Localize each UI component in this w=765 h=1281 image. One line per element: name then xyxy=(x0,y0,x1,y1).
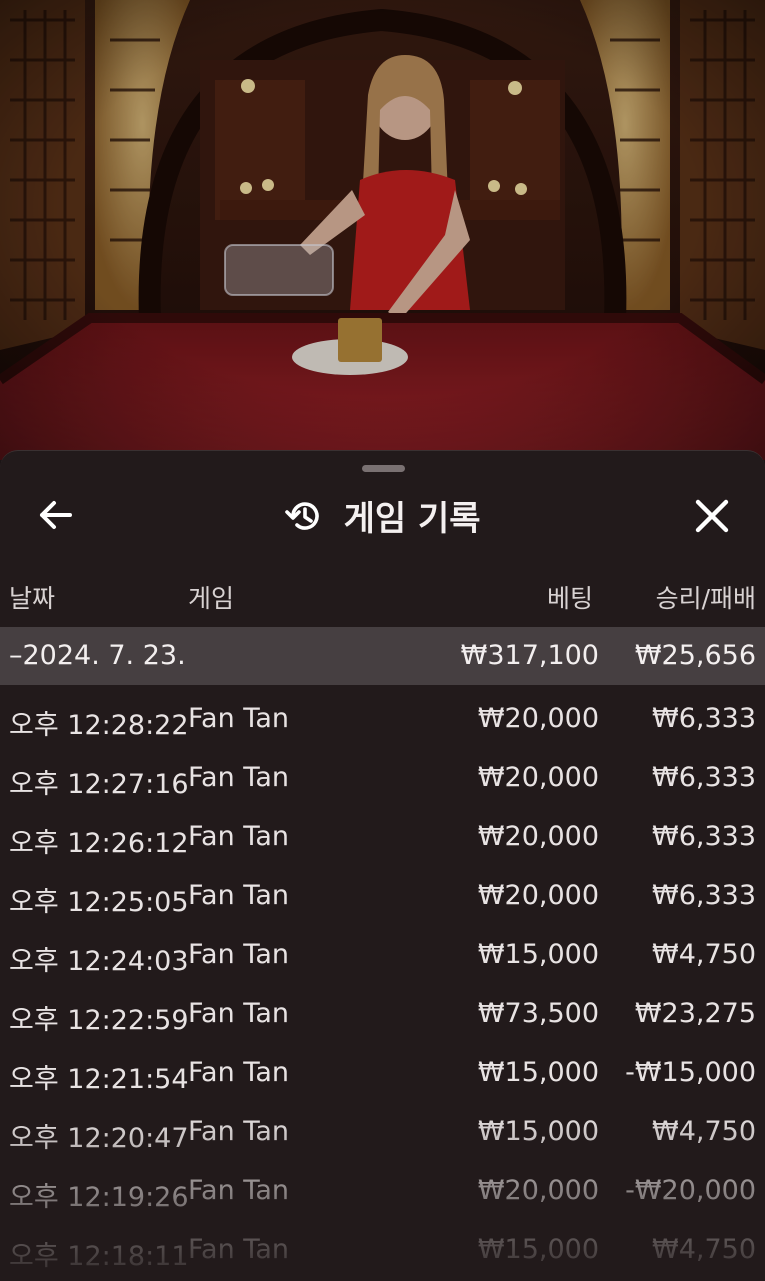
row-time: 오후 12:25:05 xyxy=(9,887,189,918)
sheet-title-group: 게임 기록 xyxy=(0,491,765,540)
history-list: 오후 12:28:22 Fan Tan ₩20,000 ₩6,333 오후 12… xyxy=(0,691,765,1281)
game-history-sheet: 게임 기록 날짜 게임 베팅 승리/패배 –2024. 7. 23. ₩317,… xyxy=(0,450,765,1281)
table-row[interactable]: 오후 12:20:47 Fan Tan ₩15,000 ₩4,750 xyxy=(0,1104,765,1163)
table-row[interactable]: 오후 12:25:05 Fan Tan ₩20,000 ₩6,333 xyxy=(0,868,765,927)
row-bet: ₩15,000 xyxy=(477,1057,599,1088)
close-button[interactable] xyxy=(689,493,735,539)
row-win-loss: ₩6,333 xyxy=(652,880,756,911)
row-game: Fan Tan xyxy=(188,939,289,970)
row-bet: ₩20,000 xyxy=(477,703,599,734)
table-row[interactable]: 오후 12:28:22 Fan Tan ₩20,000 ₩6,333 xyxy=(0,691,765,750)
row-game: Fan Tan xyxy=(188,762,289,793)
row-bet: ₩20,000 xyxy=(477,1175,599,1206)
summary-win-loss-total: ₩25,656 xyxy=(634,640,756,671)
row-time: 오후 12:28:22 xyxy=(9,710,189,741)
row-bet: ₩20,000 xyxy=(477,880,599,911)
table-row[interactable]: 오후 12:22:59 Fan Tan ₩73,500 ₩23,275 xyxy=(0,986,765,1045)
close-icon xyxy=(695,499,729,533)
row-win-loss: ₩4,750 xyxy=(652,1116,756,1147)
table-row[interactable]: 오후 12:19:26 Fan Tan ₩20,000 -₩20,000 xyxy=(0,1163,765,1222)
row-win-loss: ₩6,333 xyxy=(652,762,756,793)
summary-date: –2024. 7. 23. xyxy=(9,640,186,671)
column-header-win-loss: 승리/패배 xyxy=(655,584,756,613)
row-win-loss: ₩6,333 xyxy=(652,703,756,734)
row-win-loss: ₩23,275 xyxy=(634,998,756,1029)
row-time: 오후 12:27:16 xyxy=(9,769,189,800)
table-row[interactable]: 오후 12:26:12 Fan Tan ₩20,000 ₩6,333 xyxy=(0,809,765,868)
row-game: Fan Tan xyxy=(188,821,289,852)
row-game: Fan Tan xyxy=(188,1175,289,1206)
live-video-stream xyxy=(0,0,765,460)
table-row[interactable]: 오후 12:27:16 Fan Tan ₩20,000 ₩6,333 xyxy=(0,750,765,809)
row-game: Fan Tan xyxy=(188,1057,289,1088)
row-time: 오후 12:24:03 xyxy=(9,946,189,977)
row-bet: ₩15,000 xyxy=(477,1116,599,1147)
column-header-date: 날짜 xyxy=(9,584,56,613)
row-bet: ₩73,500 xyxy=(477,998,599,1029)
column-header-game: 게임 xyxy=(188,584,235,613)
sheet-header: 게임 기록 xyxy=(0,481,765,547)
row-time: 오후 12:18:11 xyxy=(9,1241,189,1272)
row-time: 오후 12:19:26 xyxy=(9,1182,189,1213)
column-header-bet: 베팅 xyxy=(546,584,593,613)
row-time: 오후 12:21:54 xyxy=(9,1064,189,1095)
row-win-loss: -₩15,000 xyxy=(625,1057,756,1088)
page-title: 게임 기록 xyxy=(343,499,481,539)
row-win-loss: ₩4,750 xyxy=(652,939,756,970)
date-summary-row[interactable]: –2024. 7. 23. ₩317,100 ₩25,656 xyxy=(0,627,765,685)
row-bet: ₩15,000 xyxy=(477,1234,599,1265)
row-game: Fan Tan xyxy=(188,1116,289,1147)
row-time: 오후 12:20:47 xyxy=(9,1123,189,1154)
row-game: Fan Tan xyxy=(188,998,289,1029)
table-row[interactable]: 오후 12:18:11 Fan Tan ₩15,000 ₩4,750 xyxy=(0,1222,765,1281)
row-bet: ₩15,000 xyxy=(477,939,599,970)
row-win-loss: -₩20,000 xyxy=(625,1175,756,1206)
row-bet: ₩20,000 xyxy=(477,762,599,793)
row-game: Fan Tan xyxy=(188,703,289,734)
summary-bet-total: ₩317,100 xyxy=(460,640,599,671)
row-game: Fan Tan xyxy=(188,1234,289,1265)
table-row[interactable]: 오후 12:24:03 Fan Tan ₩15,000 ₩4,750 xyxy=(0,927,765,986)
history-icon xyxy=(285,501,320,530)
row-time: 오후 12:26:12 xyxy=(9,828,189,859)
row-game: Fan Tan xyxy=(188,880,289,911)
row-bet: ₩20,000 xyxy=(477,821,599,852)
drag-handle[interactable] xyxy=(362,465,405,472)
row-win-loss: ₩4,750 xyxy=(652,1234,756,1265)
row-time: 오후 12:22:59 xyxy=(9,1005,189,1036)
row-win-loss: ₩6,333 xyxy=(652,821,756,852)
table-header: 날짜 게임 베팅 승리/패배 xyxy=(0,579,765,619)
table-row[interactable]: 오후 12:21:54 Fan Tan ₩15,000 -₩15,000 xyxy=(0,1045,765,1104)
